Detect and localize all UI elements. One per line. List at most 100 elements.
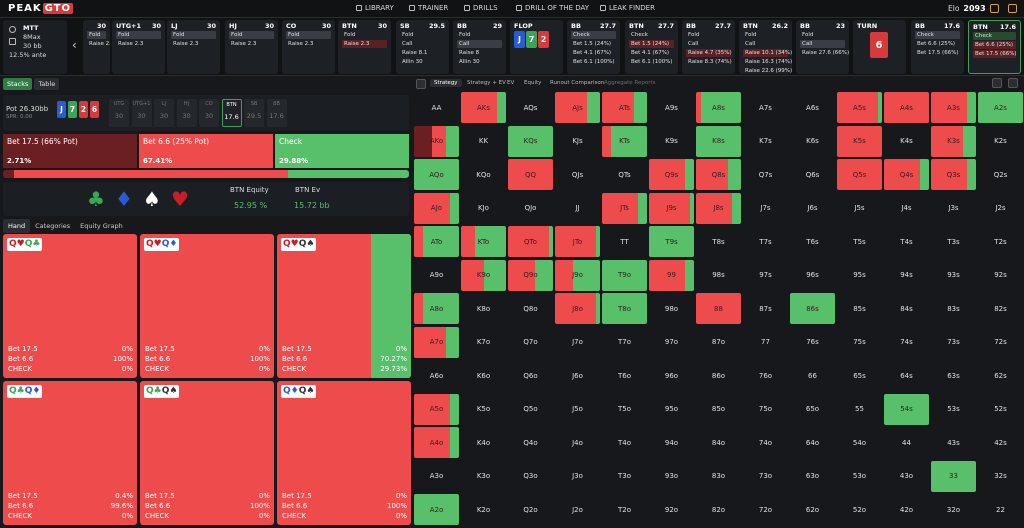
hand-cell[interactable]: 63o [790,461,835,492]
action-option[interactable]: Allin 30 [457,58,502,66]
action-option[interactable]: Bet 6.6 (25%) [973,41,1016,49]
hand-cell[interactable]: A2s [978,92,1023,123]
tab-categories[interactable]: Categories [30,219,75,233]
action-option[interactable]: Bet 17.5 (66%) [915,49,960,57]
hand-cell[interactable]: Q9s [649,159,694,190]
hand-cell[interactable]: ATo [414,226,459,257]
game-settings[interactable]: MTT 8Max 30 bb 12.5% ante [3,20,67,74]
hand-cell[interactable]: AJo [414,192,459,224]
hand-cell[interactable]: 63s [931,360,976,391]
action-option[interactable]: Fold [116,31,161,39]
hand-cell[interactable]: 94o [649,427,694,458]
share-icon[interactable] [992,78,1002,88]
action-card-2[interactable]: LJ 30 Fold Raise 2.3 [167,20,220,74]
hand-cell[interactable]: 77 [743,327,788,358]
hand-cell[interactable]: 95s [837,260,882,291]
hand-cell[interactable]: Q2s [978,159,1023,190]
hand-cell[interactable]: K4s [884,126,929,157]
combo-card[interactable]: Q♥Q♣ Bet 17.5 0% Bet 6.6 100% CHECK 0% [3,234,137,378]
hand-cell[interactable]: 72s [978,327,1023,358]
hand-cell[interactable]: T7o [602,327,647,358]
hand-cell[interactable]: JJ [555,193,600,224]
seat-co[interactable]: CO 30 [199,99,219,127]
hand-cell[interactable]: 96s [790,260,835,291]
hand-cell[interactable]: K5s [837,125,882,157]
action-card-5[interactable]: BTN 30 Fold Raise 2.3 [338,20,391,74]
hand-cell[interactable]: T6s [790,226,835,257]
hand-cell[interactable]: 62o [790,494,835,525]
hand-cell[interactable]: 94s [884,260,929,291]
hand-cell[interactable]: 84o [696,427,741,458]
hand-cell[interactable]: J6o [555,360,600,391]
hand-cell[interactable]: K3s [931,125,976,157]
hand-cell[interactable]: K2o [461,494,506,525]
hand-cell[interactable]: 98s [696,260,741,291]
hand-cell[interactable]: A7s [743,92,788,123]
nav-drill-of-the-day[interactable]: DRILL OF THE DAY [516,4,589,12]
action-card-10[interactable]: BTN 27.7 Check Bet 1.5 (24%) Bet 4.1 (67%) Be… [625,20,678,74]
hand-cell[interactable]: KQs [508,125,553,157]
seat-btn[interactable]: BTN 17.6 [221,99,242,127]
hand-cell[interactable]: T8o [602,293,647,324]
hand-cell[interactable]: 82o [696,494,741,525]
tab-runout-comparison[interactable]: Runout Comparison [550,80,604,86]
action-option[interactable]: Call [400,40,445,48]
hand-cell[interactable]: AQs [508,92,553,123]
hand-cell[interactable]: J5o [555,394,600,425]
hand-cell[interactable]: 84s [884,293,929,324]
hand-cell[interactable]: Q6o [508,360,553,391]
hand-cell[interactable]: Q2o [508,494,553,525]
hand-cell[interactable]: A5o [414,393,459,425]
action-card-4[interactable]: CO 30 Fold Raise 2.3 [282,20,335,74]
hand-cell[interactable]: ATs [602,92,647,123]
hand-cell[interactable]: 22 [978,494,1023,525]
nav-leak-finder[interactable]: LEAK FINDER [600,4,655,12]
hand-cell[interactable]: 73s [931,327,976,358]
hand-cell[interactable]: T3o [602,461,647,492]
action-option[interactable]: Raise 8.1 [400,49,445,57]
action-option[interactable]: Raise 22.6 (99%) [743,67,792,74]
tab-hand[interactable]: Hand [3,219,31,233]
hand-cell[interactable]: KQo [461,159,506,190]
hand-cell[interactable]: 99 [649,259,694,291]
suit-filter-3[interactable]: ♥ [171,187,189,211]
action-option[interactable]: Raise 2.3 [87,40,110,48]
hand-cell[interactable]: AKo [414,125,459,157]
hand-cell[interactable]: A8o [414,293,459,324]
hand-cell[interactable]: J2s [978,193,1023,224]
hand-cell[interactable]: Q9o [508,259,553,291]
action-option[interactable]: Bet 6.1 (100%) [629,58,674,66]
action-card-12[interactable]: BTN 26.2 Fold Call Raise 10.1 (34%) Raise 16.… [739,20,792,74]
action-option[interactable]: Bet 6.6 (25%) [915,40,960,48]
seat-bb[interactable]: BB 17.6 [266,99,287,127]
action-option[interactable]: Call [686,40,731,48]
hand-cell[interactable]: T5o [602,394,647,425]
hand-cell[interactable]: 73o [743,461,788,492]
hand-cell[interactable]: J4o [555,427,600,458]
combo-card[interactable]: Q♣Q♠ Bet 17.5 0% Bet 6.6 100% CHECK 0% [140,381,274,525]
action-option[interactable]: Bet 1.5 (24%) [571,40,616,48]
hand-cell[interactable]: K5o [461,394,506,425]
action-card-15[interactable]: BB 17.6 Check Bet 6.6 (25%) Bet 17.5 (66%) [911,20,964,74]
hand-cell[interactable]: 53o [837,461,882,492]
hand-cell[interactable]: T4o [602,427,647,458]
hand-cell[interactable]: 83s [931,293,976,324]
hand-cell[interactable]: JTs [602,192,647,224]
hand-cell[interactable]: 75s [837,327,882,358]
hand-cell[interactable]: J5s [837,193,882,224]
tab-stacks[interactable]: Stacks [3,78,33,90]
hand-cell[interactable]: A4o [414,427,459,458]
hand-cell[interactable]: T5s [837,226,882,257]
hand-cell[interactable]: K3o [461,461,506,492]
action-card-9[interactable]: BB 27.7 Check Bet 1.5 (24%) Bet 4.1 (67%) Bet… [567,20,620,74]
action-option[interactable]: Bet 4.1 (67%) [629,49,674,57]
hand-cell[interactable]: Q7s [743,159,788,190]
hand-cell[interactable]: 53s [931,394,976,425]
hand-cell[interactable]: 43o [884,461,929,492]
hand-cell[interactable]: 66 [790,360,835,391]
action-option[interactable]: Fold [87,31,106,39]
hand-cell[interactable]: 86o [696,360,741,391]
seat-lj[interactable]: LJ 30 [154,99,174,127]
action-option[interactable]: Check [571,31,616,39]
action-option[interactable]: Bet 4.1 (67%) [571,49,616,57]
